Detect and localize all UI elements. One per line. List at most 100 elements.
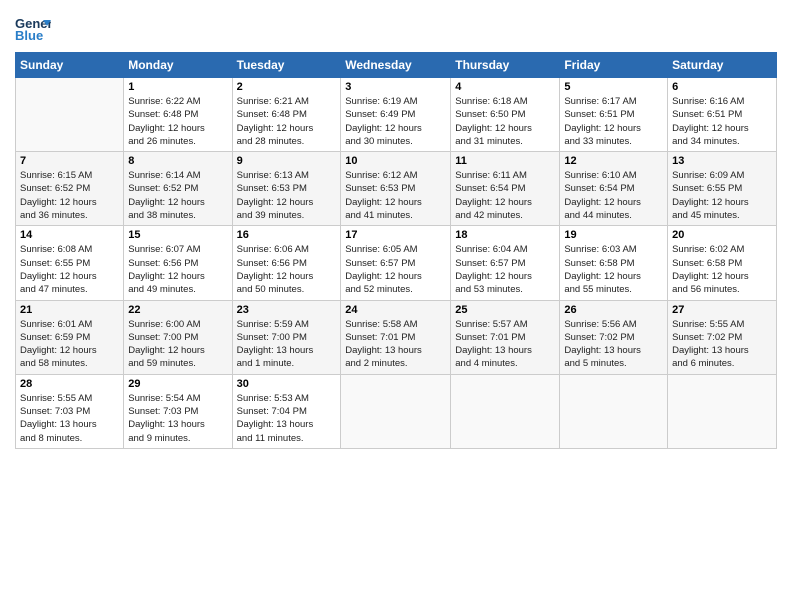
col-header-thursday: Thursday [451, 53, 560, 78]
day-cell: 6 Sunrise: 6:16 AM Sunset: 6:51 PM Daylig… [668, 78, 777, 152]
day-cell [668, 374, 777, 448]
day-cell: 30 Sunrise: 5:53 AM Sunset: 7:04 PM Dayli… [232, 374, 341, 448]
day-number: 9 [237, 155, 337, 167]
day-cell [16, 78, 124, 152]
day-cell: 9 Sunrise: 6:13 AM Sunset: 6:53 PM Daylig… [232, 152, 341, 226]
week-row-3: 14 Sunrise: 6:08 AM Sunset: 6:55 PM Dayli… [16, 226, 777, 300]
day-cell: 1Sunrise: 6:22 AM Sunset: 6:48 PM Daylig… [124, 78, 232, 152]
day-number: 18 [455, 229, 555, 241]
day-number: 27 [672, 304, 772, 316]
col-header-wednesday: Wednesday [341, 53, 451, 78]
day-info: Sunrise: 6:02 AM Sunset: 6:58 PM Dayligh… [672, 243, 772, 296]
day-cell: 13 Sunrise: 6:09 AM Sunset: 6:55 PM Dayli… [668, 152, 777, 226]
day-info: Sunrise: 6:05 AM Sunset: 6:57 PM Dayligh… [345, 243, 446, 296]
day-cell: 21 Sunrise: 6:01 AM Sunset: 6:59 PM Dayli… [16, 300, 124, 374]
day-number: 10 [345, 155, 446, 167]
day-cell: 25 Sunrise: 5:57 AM Sunset: 7:01 PM Dayli… [451, 300, 560, 374]
day-info: Sunrise: 6:00 AM Sunset: 7:00 PM Dayligh… [128, 318, 227, 371]
day-info: Sunrise: 6:11 AM Sunset: 6:54 PM Dayligh… [455, 169, 555, 222]
day-info: Sunrise: 6:19 AM Sunset: 6:49 PM Dayligh… [345, 95, 446, 148]
day-info: Sunrise: 6:08 AM Sunset: 6:55 PM Dayligh… [20, 243, 119, 296]
day-info: Sunrise: 6:01 AM Sunset: 6:59 PM Dayligh… [20, 318, 119, 371]
col-header-tuesday: Tuesday [232, 53, 341, 78]
day-cell: 24 Sunrise: 5:58 AM Sunset: 7:01 PM Dayli… [341, 300, 451, 374]
day-info: Sunrise: 6:03 AM Sunset: 6:58 PM Dayligh… [564, 243, 663, 296]
day-info: Sunrise: 6:04 AM Sunset: 6:57 PM Dayligh… [455, 243, 555, 296]
day-number: 19 [564, 229, 663, 241]
day-number: 22 [128, 304, 227, 316]
day-info: Sunrise: 6:13 AM Sunset: 6:53 PM Dayligh… [237, 169, 337, 222]
day-number: 2 [237, 81, 337, 93]
day-info: Sunrise: 5:53 AM Sunset: 7:04 PM Dayligh… [237, 392, 337, 445]
day-number: 3 [345, 81, 446, 93]
day-info: Sunrise: 6:09 AM Sunset: 6:55 PM Dayligh… [672, 169, 772, 222]
day-cell: 18 Sunrise: 6:04 AM Sunset: 6:57 PM Dayli… [451, 226, 560, 300]
day-number: 29 [128, 378, 227, 390]
day-number: 11 [455, 155, 555, 167]
svg-text:Blue: Blue [15, 28, 43, 43]
day-number: 14 [20, 229, 119, 241]
day-number: 24 [345, 304, 446, 316]
column-header-row: SundayMondayTuesdayWednesdayThursdayFrid… [16, 53, 777, 78]
day-info: Sunrise: 6:18 AM Sunset: 6:50 PM Dayligh… [455, 95, 555, 148]
week-row-1: 1Sunrise: 6:22 AM Sunset: 6:48 PM Daylig… [16, 78, 777, 152]
page-container: General Blue SundayMondayTuesdayWednesda… [0, 0, 792, 459]
day-info: Sunrise: 6:22 AM Sunset: 6:48 PM Dayligh… [128, 95, 227, 148]
day-cell: 3 Sunrise: 6:19 AM Sunset: 6:49 PM Daylig… [341, 78, 451, 152]
day-cell: 27 Sunrise: 5:55 AM Sunset: 7:02 PM Dayli… [668, 300, 777, 374]
week-row-4: 21 Sunrise: 6:01 AM Sunset: 6:59 PM Dayli… [16, 300, 777, 374]
day-info: Sunrise: 5:56 AM Sunset: 7:02 PM Dayligh… [564, 318, 663, 371]
header: General Blue [15, 10, 777, 46]
day-info: Sunrise: 6:16 AM Sunset: 6:51 PM Dayligh… [672, 95, 772, 148]
day-number: 4 [455, 81, 555, 93]
logo-icon: General Blue [15, 10, 51, 46]
day-cell: 12 Sunrise: 6:10 AM Sunset: 6:54 PM Dayli… [560, 152, 668, 226]
day-number: 26 [564, 304, 663, 316]
day-number: 28 [20, 378, 119, 390]
day-info: Sunrise: 6:10 AM Sunset: 6:54 PM Dayligh… [564, 169, 663, 222]
day-number: 12 [564, 155, 663, 167]
day-info: Sunrise: 6:12 AM Sunset: 6:53 PM Dayligh… [345, 169, 446, 222]
day-cell: 7 Sunrise: 6:15 AM Sunset: 6:52 PM Daylig… [16, 152, 124, 226]
day-number: 7 [20, 155, 119, 167]
col-header-friday: Friday [560, 53, 668, 78]
logo: General Blue [15, 10, 51, 46]
day-number: 21 [20, 304, 119, 316]
day-cell: 11 Sunrise: 6:11 AM Sunset: 6:54 PM Dayli… [451, 152, 560, 226]
day-cell [560, 374, 668, 448]
day-info: Sunrise: 6:21 AM Sunset: 6:48 PM Dayligh… [237, 95, 337, 148]
day-cell: 4 Sunrise: 6:18 AM Sunset: 6:50 PM Daylig… [451, 78, 560, 152]
day-number: 5 [564, 81, 663, 93]
day-cell: 16 Sunrise: 6:06 AM Sunset: 6:56 PM Dayli… [232, 226, 341, 300]
day-number: 15 [128, 229, 227, 241]
day-info: Sunrise: 6:07 AM Sunset: 6:56 PM Dayligh… [128, 243, 227, 296]
day-info: Sunrise: 5:57 AM Sunset: 7:01 PM Dayligh… [455, 318, 555, 371]
day-info: Sunrise: 6:15 AM Sunset: 6:52 PM Dayligh… [20, 169, 119, 222]
day-number: 25 [455, 304, 555, 316]
day-info: Sunrise: 6:06 AM Sunset: 6:56 PM Dayligh… [237, 243, 337, 296]
day-info: Sunrise: 5:55 AM Sunset: 7:02 PM Dayligh… [672, 318, 772, 371]
day-number: 13 [672, 155, 772, 167]
day-number: 23 [237, 304, 337, 316]
day-info: Sunrise: 5:58 AM Sunset: 7:01 PM Dayligh… [345, 318, 446, 371]
calendar-table: SundayMondayTuesdayWednesdayThursdayFrid… [15, 52, 777, 449]
day-number: 20 [672, 229, 772, 241]
day-cell [341, 374, 451, 448]
day-info: Sunrise: 5:59 AM Sunset: 7:00 PM Dayligh… [237, 318, 337, 371]
col-header-saturday: Saturday [668, 53, 777, 78]
day-cell: 2 Sunrise: 6:21 AM Sunset: 6:48 PM Daylig… [232, 78, 341, 152]
day-info: Sunrise: 5:54 AM Sunset: 7:03 PM Dayligh… [128, 392, 227, 445]
day-cell: 20 Sunrise: 6:02 AM Sunset: 6:58 PM Dayli… [668, 226, 777, 300]
col-header-monday: Monday [124, 53, 232, 78]
day-cell: 15 Sunrise: 6:07 AM Sunset: 6:56 PM Dayli… [124, 226, 232, 300]
day-info: Sunrise: 6:17 AM Sunset: 6:51 PM Dayligh… [564, 95, 663, 148]
day-cell: 23 Sunrise: 5:59 AM Sunset: 7:00 PM Dayli… [232, 300, 341, 374]
day-number: 6 [672, 81, 772, 93]
day-cell: 5 Sunrise: 6:17 AM Sunset: 6:51 PM Daylig… [560, 78, 668, 152]
day-number: 30 [237, 378, 337, 390]
day-number: 16 [237, 229, 337, 241]
day-info: Sunrise: 6:14 AM Sunset: 6:52 PM Dayligh… [128, 169, 227, 222]
day-cell: 14 Sunrise: 6:08 AM Sunset: 6:55 PM Dayli… [16, 226, 124, 300]
day-cell: 29 Sunrise: 5:54 AM Sunset: 7:03 PM Dayli… [124, 374, 232, 448]
day-info: Sunrise: 5:55 AM Sunset: 7:03 PM Dayligh… [20, 392, 119, 445]
